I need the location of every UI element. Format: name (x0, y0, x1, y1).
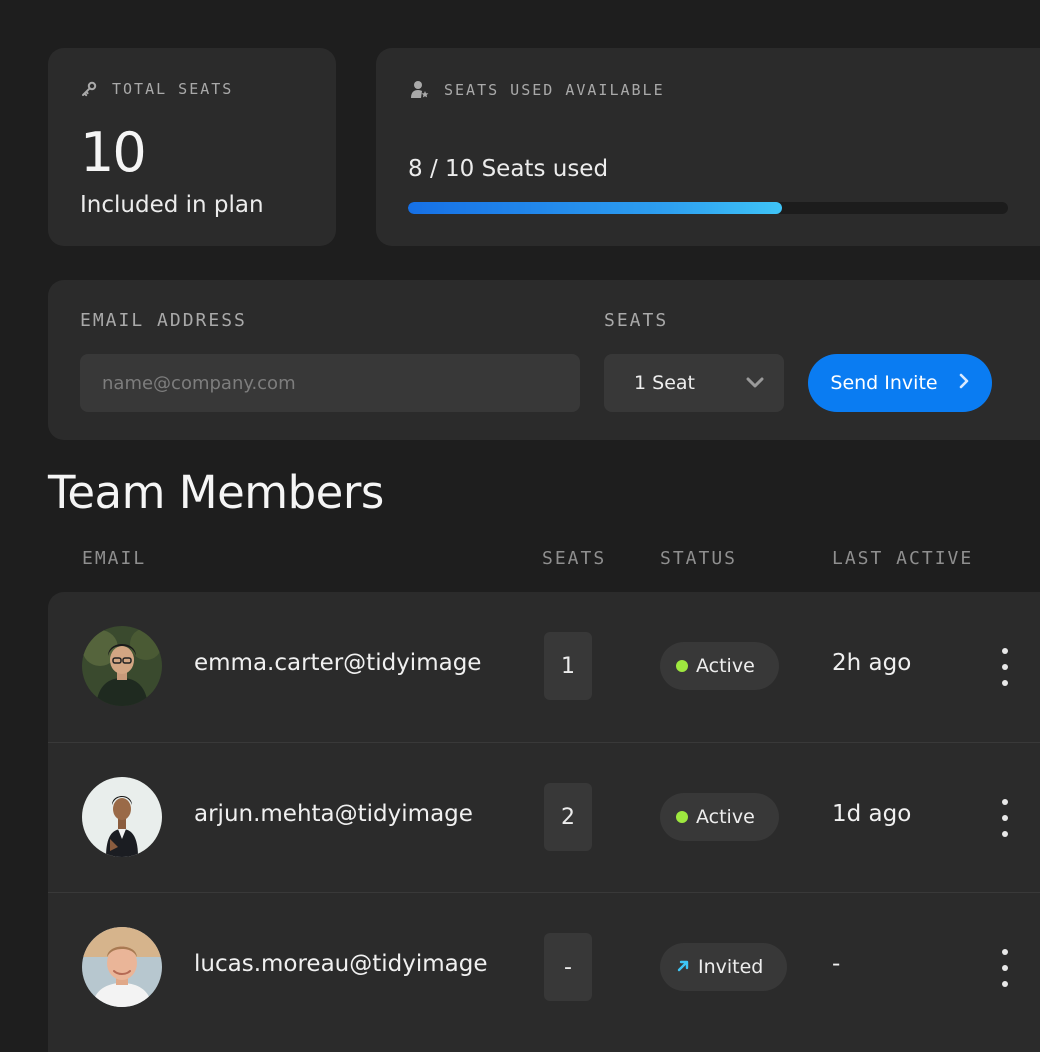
avatar (82, 626, 162, 706)
total-seats-value: 10 (80, 121, 147, 184)
arrow-up-right-icon (676, 956, 690, 978)
member-email: arjun.mehta@tidyimage (194, 801, 473, 827)
status-badge: Active (660, 793, 779, 841)
team-members-title: Team Members (48, 466, 384, 519)
user-star-icon (410, 80, 430, 100)
member-seats: 1 (544, 632, 592, 700)
team-members-table: emma.carter@tidyimage 1 Active 2h ago ar… (48, 592, 1040, 1052)
table-row: lucas.moreau@tidyimage - Invited - (48, 892, 1040, 1042)
member-seats: - (544, 933, 592, 1001)
status-badge: Invited (660, 943, 788, 991)
status-label: Active (696, 655, 755, 677)
table-row: emma.carter@tidyimage 1 Active 2h ago (48, 592, 1040, 742)
more-options-icon[interactable] (992, 945, 1018, 991)
column-last-active: LAST ACTIVE (832, 548, 974, 569)
chevron-right-icon (958, 372, 970, 394)
status-dot-icon (676, 660, 688, 672)
chevron-down-icon (746, 372, 764, 394)
total-seats-label: TOTAL SEATS (112, 80, 234, 98)
seats-used-text: 8 / 10 Seats used (408, 156, 609, 182)
key-icon (80, 80, 98, 98)
more-options-icon[interactable] (992, 795, 1018, 841)
seats-progress-fill (408, 202, 783, 214)
email-address-label: EMAIL ADDRESS (80, 310, 247, 331)
member-email: emma.carter@tidyimage (194, 650, 482, 676)
avatar (82, 927, 162, 1007)
column-seats: SEATS (542, 548, 607, 569)
avatar (82, 777, 162, 857)
seats-used-card (376, 48, 1040, 246)
column-status: STATUS (660, 548, 738, 569)
member-seats: 2 (544, 783, 592, 851)
total-seats-subtitle: Included in plan (80, 192, 264, 218)
seats-select[interactable]: 1 Seat (604, 354, 784, 412)
send-invite-button[interactable]: Send Invite (808, 354, 992, 412)
status-label: Active (696, 806, 755, 828)
send-invite-label: Send Invite (830, 372, 938, 394)
status-badge: Active (660, 642, 779, 690)
table-row: arjun.mehta@tidyimage 2 Active 1d ago (48, 742, 1040, 892)
seats-field-label: SEATS (604, 310, 669, 331)
status-label: Invited (698, 956, 764, 978)
member-last-active: - (832, 951, 841, 977)
member-last-active: 2h ago (832, 650, 912, 676)
column-email: EMAIL (82, 548, 147, 569)
seats-select-value: 1 Seat (634, 372, 695, 394)
seats-progress-bar (408, 202, 1008, 214)
seats-used-label: SEATS USED AVAILABLE (444, 81, 665, 99)
total-seats-header: TOTAL SEATS (80, 80, 233, 98)
seats-used-header: SEATS USED AVAILABLE (410, 80, 665, 100)
member-email: lucas.moreau@tidyimage (194, 951, 488, 977)
status-dot-icon (676, 811, 688, 823)
email-input[interactable] (80, 354, 580, 412)
more-options-icon[interactable] (992, 644, 1018, 690)
member-last-active: 1d ago (832, 801, 912, 827)
